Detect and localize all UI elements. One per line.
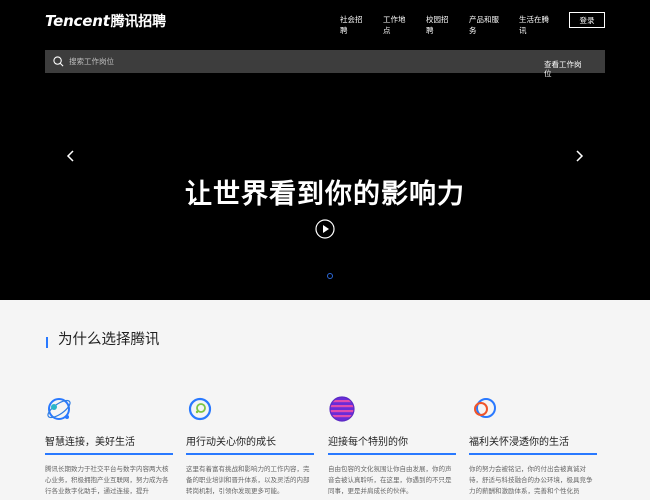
nav-campus-recruit[interactable]: 校园招聘 (426, 14, 452, 36)
tencent-logo[interactable]: Tencent腾讯招聘 (45, 11, 166, 31)
card-divider (328, 453, 456, 455)
card-desc: 自由包容的文化氛围让你自由发展，你的声音会被认真聆听，在这里，你遇到的不只是同事… (328, 465, 452, 495)
card-desc: 这里有着富有挑战和影响力的工作内容，完备的职业培训和晋升体系，以及灵活的内部转岗… (186, 465, 310, 495)
globe-orbit-icon (47, 398, 71, 420)
card-divider (186, 453, 314, 455)
nav-work-location[interactable]: 工作地点 (383, 14, 409, 36)
section-title-accent (46, 337, 48, 348)
login-button[interactable]: 登录 (569, 12, 605, 28)
carousel-indicator[interactable] (327, 273, 333, 279)
card-divider (45, 453, 173, 455)
carousel-prev-icon[interactable] (66, 150, 76, 162)
play-video-icon[interactable] (315, 219, 335, 239)
why-card: 迎接每个特别的你 自由包容的文化氛围让你自由发展，你的声音会被认真聆听，在这里，… (328, 395, 456, 495)
why-card: 智慧连接，美好生活 腾讯长期致力于社交平台与数字内容两大核心业务，积极拥抱产业互… (45, 395, 173, 495)
nav-products-services[interactable]: 产品和服务 (469, 14, 499, 36)
nav-life-at-tencent[interactable]: 生活在腾讯 (519, 14, 549, 36)
search-input[interactable] (69, 50, 519, 73)
why-title: 为什么选择腾讯 (58, 332, 160, 348)
search-icon (53, 56, 64, 67)
double-ring-icon (474, 398, 496, 418)
view-jobs-button[interactable]: 查看工作岗位 (544, 60, 584, 78)
hero-banner: Tencent腾讯招聘 社会招聘 工作地点 校园招聘 产品和服务 生活在腾讯 登… (0, 0, 650, 300)
logo-en: Tencent (45, 12, 110, 30)
page: Tencent腾讯招聘 社会招聘 工作地点 校园招聘 产品和服务 生活在腾讯 登… (0, 0, 650, 500)
card-divider (469, 453, 597, 455)
why-card: 福利关怀浸透你的生活 你的努力会被铭记，你的付出会被真诚对待，舒适与科技融合的办… (469, 395, 597, 495)
card-desc: 腾讯长期致力于社交平台与数字内容两大核心业务，积极拥抱产业互联网，努力成为各行各… (45, 465, 169, 495)
nav-social-recruit[interactable]: 社会招聘 (340, 14, 368, 36)
search-bar: 查看工作岗位 (45, 50, 605, 78)
growth-ring-icon (188, 397, 212, 421)
why-card: 用行动关心你的成长 这里有着富有挑战和影响力的工作内容，完备的职业培训和晋升体系… (186, 395, 314, 495)
logo-cn: 腾讯招聘 (110, 14, 166, 30)
card-desc: 你的努力会被铭记，你的付出会被真诚对待，舒适与科技融合的办公环境，极具竞争力的薪… (469, 465, 593, 495)
card-title: 福利关怀浸透你的生活 (469, 437, 569, 448)
hero-slogan: 让世界看到你的影响力 (185, 179, 465, 210)
card-title: 用行动关心你的成长 (186, 437, 276, 448)
carousel-next-icon[interactable] (574, 150, 584, 162)
card-title: 迎接每个特别的你 (328, 437, 408, 448)
striped-sphere-icon (329, 396, 355, 422)
card-title: 智慧连接，美好生活 (45, 437, 135, 448)
